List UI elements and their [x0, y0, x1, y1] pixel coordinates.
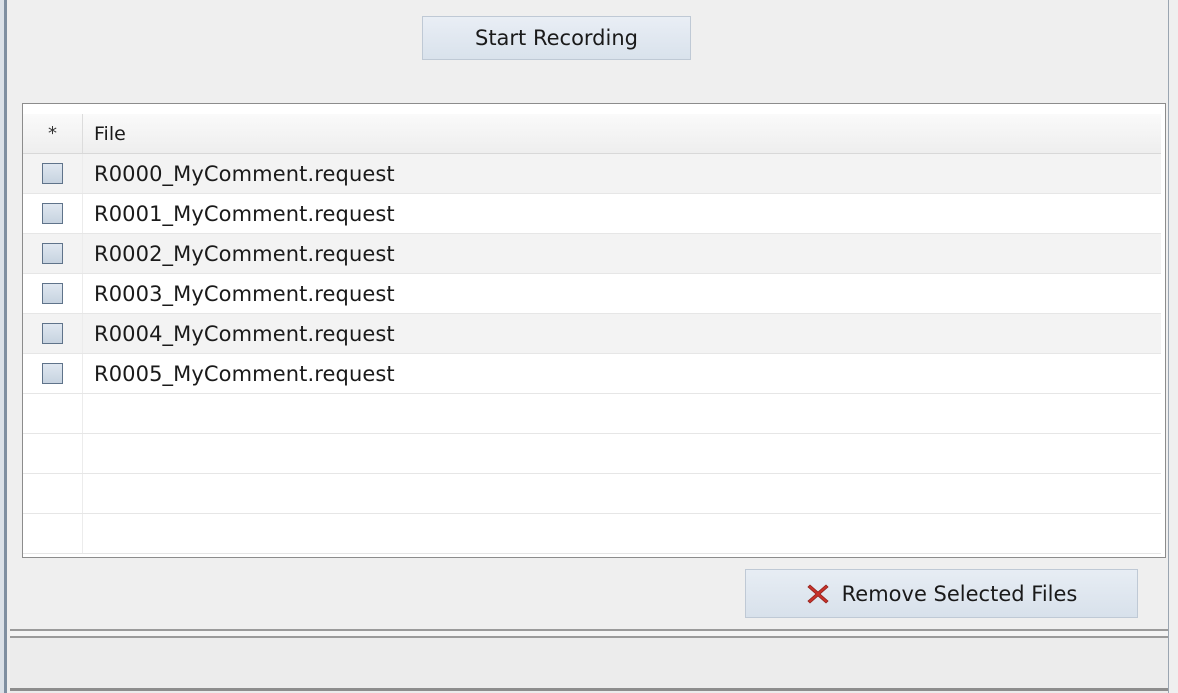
table-row[interactable]: R0004_MyComment.request	[23, 314, 1161, 354]
empty-cell	[23, 394, 83, 433]
checkbox-cell	[23, 234, 83, 273]
start-recording-button[interactable]: Start Recording	[422, 16, 691, 60]
red-x-icon	[807, 583, 829, 604]
remove-selected-files-button[interactable]: Remove Selected Files	[745, 569, 1138, 618]
row-checkbox[interactable]	[42, 363, 63, 384]
row-checkbox[interactable]	[42, 283, 63, 304]
status-bar	[10, 638, 1168, 693]
bottom-border	[10, 688, 1168, 691]
file-column-header[interactable]: File	[83, 123, 126, 145]
empty-row	[23, 394, 1161, 434]
file-name: R0000_MyComment.request	[94, 161, 395, 186]
table-row[interactable]: R0002_MyComment.request	[23, 234, 1161, 274]
row-checkbox[interactable]	[42, 323, 63, 344]
checkbox-cell	[23, 154, 83, 193]
file-name: R0002_MyComment.request	[94, 241, 395, 266]
table-row[interactable]: R0000_MyComment.request	[23, 154, 1161, 194]
row-checkbox[interactable]	[42, 243, 63, 264]
left-border	[0, 0, 7, 693]
file-name: R0001_MyComment.request	[94, 201, 395, 226]
empty-row	[23, 474, 1161, 514]
row-checkbox[interactable]	[42, 163, 63, 184]
empty-row	[23, 514, 1161, 554]
checkbox-cell	[23, 194, 83, 233]
table-header: * File	[23, 114, 1161, 154]
file-table: * File R0000_MyComment.request R0001_MyC…	[22, 103, 1166, 558]
table-row[interactable]: R0005_MyComment.request	[23, 354, 1161, 394]
remove-selected-files-label: Remove Selected Files	[841, 581, 1078, 606]
empty-cell	[23, 474, 83, 513]
checkbox-cell	[23, 354, 83, 393]
empty-cell	[23, 434, 83, 473]
row-checkbox[interactable]	[42, 203, 63, 224]
file-name: R0005_MyComment.request	[94, 361, 395, 386]
table-row[interactable]: R0001_MyComment.request	[23, 194, 1161, 234]
right-border	[1168, 0, 1178, 693]
empty-cell	[23, 514, 83, 553]
file-name: R0004_MyComment.request	[94, 321, 395, 346]
table-body: R0000_MyComment.request R0001_MyComment.…	[23, 154, 1161, 554]
checkbox-cell	[23, 314, 83, 353]
checkbox-cell	[23, 274, 83, 313]
select-column-header[interactable]: *	[23, 114, 83, 153]
table-row[interactable]: R0003_MyComment.request	[23, 274, 1161, 314]
file-name: R0003_MyComment.request	[94, 281, 395, 306]
recording-panel: Start Recording * File R0000_MyComment.r…	[0, 0, 1178, 693]
empty-row	[23, 434, 1161, 474]
status-divider	[10, 629, 1168, 638]
